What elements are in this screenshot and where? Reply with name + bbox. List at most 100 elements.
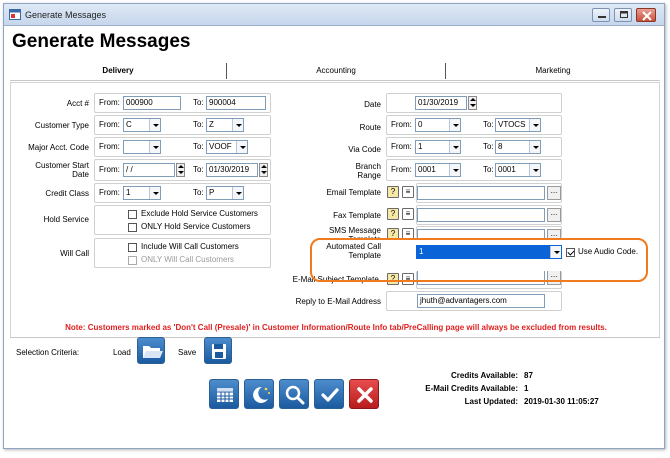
last-updated-value: 2019-01-30 11:05:27 [524, 397, 599, 406]
template-document-icon[interactable]: ≡ [402, 208, 414, 220]
credit-class-from-value: 1 [126, 188, 131, 197]
cancel-button[interactable] [349, 379, 379, 409]
generate-ok-button[interactable] [314, 379, 344, 409]
floppy-disk-icon [212, 344, 226, 359]
tab-accounting[interactable]: Accounting [227, 61, 445, 80]
tab-marketing[interactable]: Marketing [446, 61, 660, 80]
via-code-to-select[interactable]: 8 [495, 140, 541, 154]
hold-service-group: Exclude Hold Service Customers ONLY Hold… [94, 205, 271, 235]
date-spinner[interactable] [468, 96, 477, 110]
sms-template-label-line1: SMS Message [328, 226, 381, 235]
chevron-down-icon[interactable] [449, 141, 460, 153]
customer-type-to-select[interactable]: Z [206, 118, 244, 132]
credit-class-from-select[interactable]: 1 [123, 186, 161, 200]
date-input[interactable]: 01/30/2019 [415, 96, 467, 110]
via-code-from-select[interactable]: 1 [415, 140, 461, 154]
branch-from-value: 0001 [418, 165, 436, 174]
via-code-label: Via Code [348, 145, 381, 154]
branch-to-select[interactable]: 0001 [495, 163, 541, 177]
start-date-to-label: To: [193, 165, 204, 174]
minimize-button[interactable] [592, 8, 610, 22]
exclude-hold-service-checkbox[interactable] [128, 210, 137, 219]
maximize-button[interactable] [614, 8, 632, 22]
chevron-down-icon[interactable] [232, 187, 243, 199]
route-to-select[interactable]: VTOCS [495, 118, 541, 132]
highlight-annotation [310, 238, 648, 282]
reply-to-input[interactable]: jhuth@advantagers.com [417, 294, 545, 308]
major-acct-from-select[interactable] [123, 140, 161, 154]
chevron-down-icon[interactable] [232, 119, 243, 131]
chevron-down-icon[interactable] [149, 119, 160, 131]
start-date-from-input[interactable]: / / [123, 163, 175, 177]
customer-type-label: Customer Type [34, 121, 89, 130]
major-acct-code-label: Major Acct. Code [28, 143, 89, 152]
fax-template-input[interactable] [417, 208, 545, 222]
exclude-hold-service-label: Exclude Hold Service Customers [141, 209, 258, 218]
start-date-from-spinner[interactable] [176, 163, 185, 177]
close-icon [642, 11, 652, 21]
date-label: Date [364, 100, 381, 109]
minimize-icon [598, 16, 606, 18]
branch-range-label: Branch Range [301, 162, 381, 180]
customer-type-from-select[interactable]: C [123, 118, 161, 132]
credit-class-group: From: 1 To: P [94, 183, 271, 203]
branch-from-select[interactable]: 0001 [415, 163, 461, 177]
chevron-down-icon[interactable] [529, 164, 540, 176]
will-call-label: Will Call [60, 249, 89, 258]
route-from-select[interactable]: 0 [415, 118, 461, 132]
branch-from-label: From: [391, 165, 412, 174]
chevron-down-icon[interactable] [529, 119, 540, 131]
calendar-button[interactable] [209, 379, 239, 409]
sms-template-group: ... [416, 226, 562, 239]
chevron-down-icon[interactable] [529, 141, 540, 153]
chevron-down-icon[interactable] [449, 164, 460, 176]
acct-from-input[interactable]: 000900 [123, 96, 181, 110]
customer-start-date-label: Customer Start Date [13, 161, 89, 179]
load-label: Load [113, 348, 131, 357]
branch-to-label: To: [483, 165, 494, 174]
date-group: 01/30/2019 [386, 93, 562, 113]
acct-to-input[interactable]: 900004 [206, 96, 266, 110]
load-criteria-button[interactable] [137, 337, 165, 364]
fax-template-browse-button[interactable]: ... [547, 208, 561, 222]
window-app-icon [9, 9, 21, 20]
start-date-to-input[interactable]: 01/30/2019 [206, 163, 258, 177]
include-will-call-checkbox[interactable] [128, 243, 137, 252]
credit-class-to-select[interactable]: P [206, 186, 244, 200]
chevron-down-icon[interactable] [149, 187, 160, 199]
customer-start-date-label-line2: Date [72, 170, 89, 179]
only-will-call-label: ONLY Will Call Customers [141, 255, 235, 264]
close-icon [357, 387, 373, 403]
credits-available-label: Credits Available: [451, 371, 518, 380]
page-title: Generate Messages [12, 31, 191, 52]
acct-label: Acct # [66, 99, 89, 108]
email-template-browse-button[interactable]: ... [547, 186, 561, 200]
template-wizard-icon[interactable]: ? [387, 208, 399, 220]
schedule-night-button[interactable] [244, 379, 274, 409]
chevron-down-icon[interactable] [449, 119, 460, 131]
email-template-input[interactable] [417, 186, 545, 200]
start-date-to-spinner[interactable] [259, 163, 268, 177]
chevron-down-icon[interactable] [149, 141, 160, 153]
template-document-icon[interactable]: ≡ [402, 186, 414, 198]
template-wizard-icon[interactable]: ? [387, 186, 399, 198]
only-will-call-checkbox [128, 256, 137, 265]
folder-open-icon [143, 346, 163, 358]
route-to-value: VTOCS [498, 120, 526, 129]
major-acct-to-select[interactable]: VOOF [206, 140, 248, 154]
only-hold-service-label: ONLY Hold Service Customers [141, 222, 251, 231]
major-acct-code-group: From: To: VOOF [94, 137, 271, 157]
fax-template-label: Fax Template [333, 211, 381, 220]
credit-class-label: Credit Class [45, 189, 89, 198]
only-hold-service-checkbox[interactable] [128, 223, 137, 232]
calendar-grid-icon [217, 388, 233, 402]
tab-delivery[interactable]: Delivery [10, 61, 226, 80]
via-code-to-label: To: [483, 142, 494, 151]
save-criteria-button[interactable] [204, 337, 232, 364]
last-updated-label: Last Updated: [464, 397, 518, 406]
reply-to-label: Reply to E-Mail Address [295, 297, 381, 306]
chevron-down-icon[interactable] [236, 141, 247, 153]
close-window-button[interactable] [636, 8, 656, 22]
hold-service-label: Hold Service [43, 215, 89, 224]
preview-search-button[interactable] [279, 379, 309, 409]
